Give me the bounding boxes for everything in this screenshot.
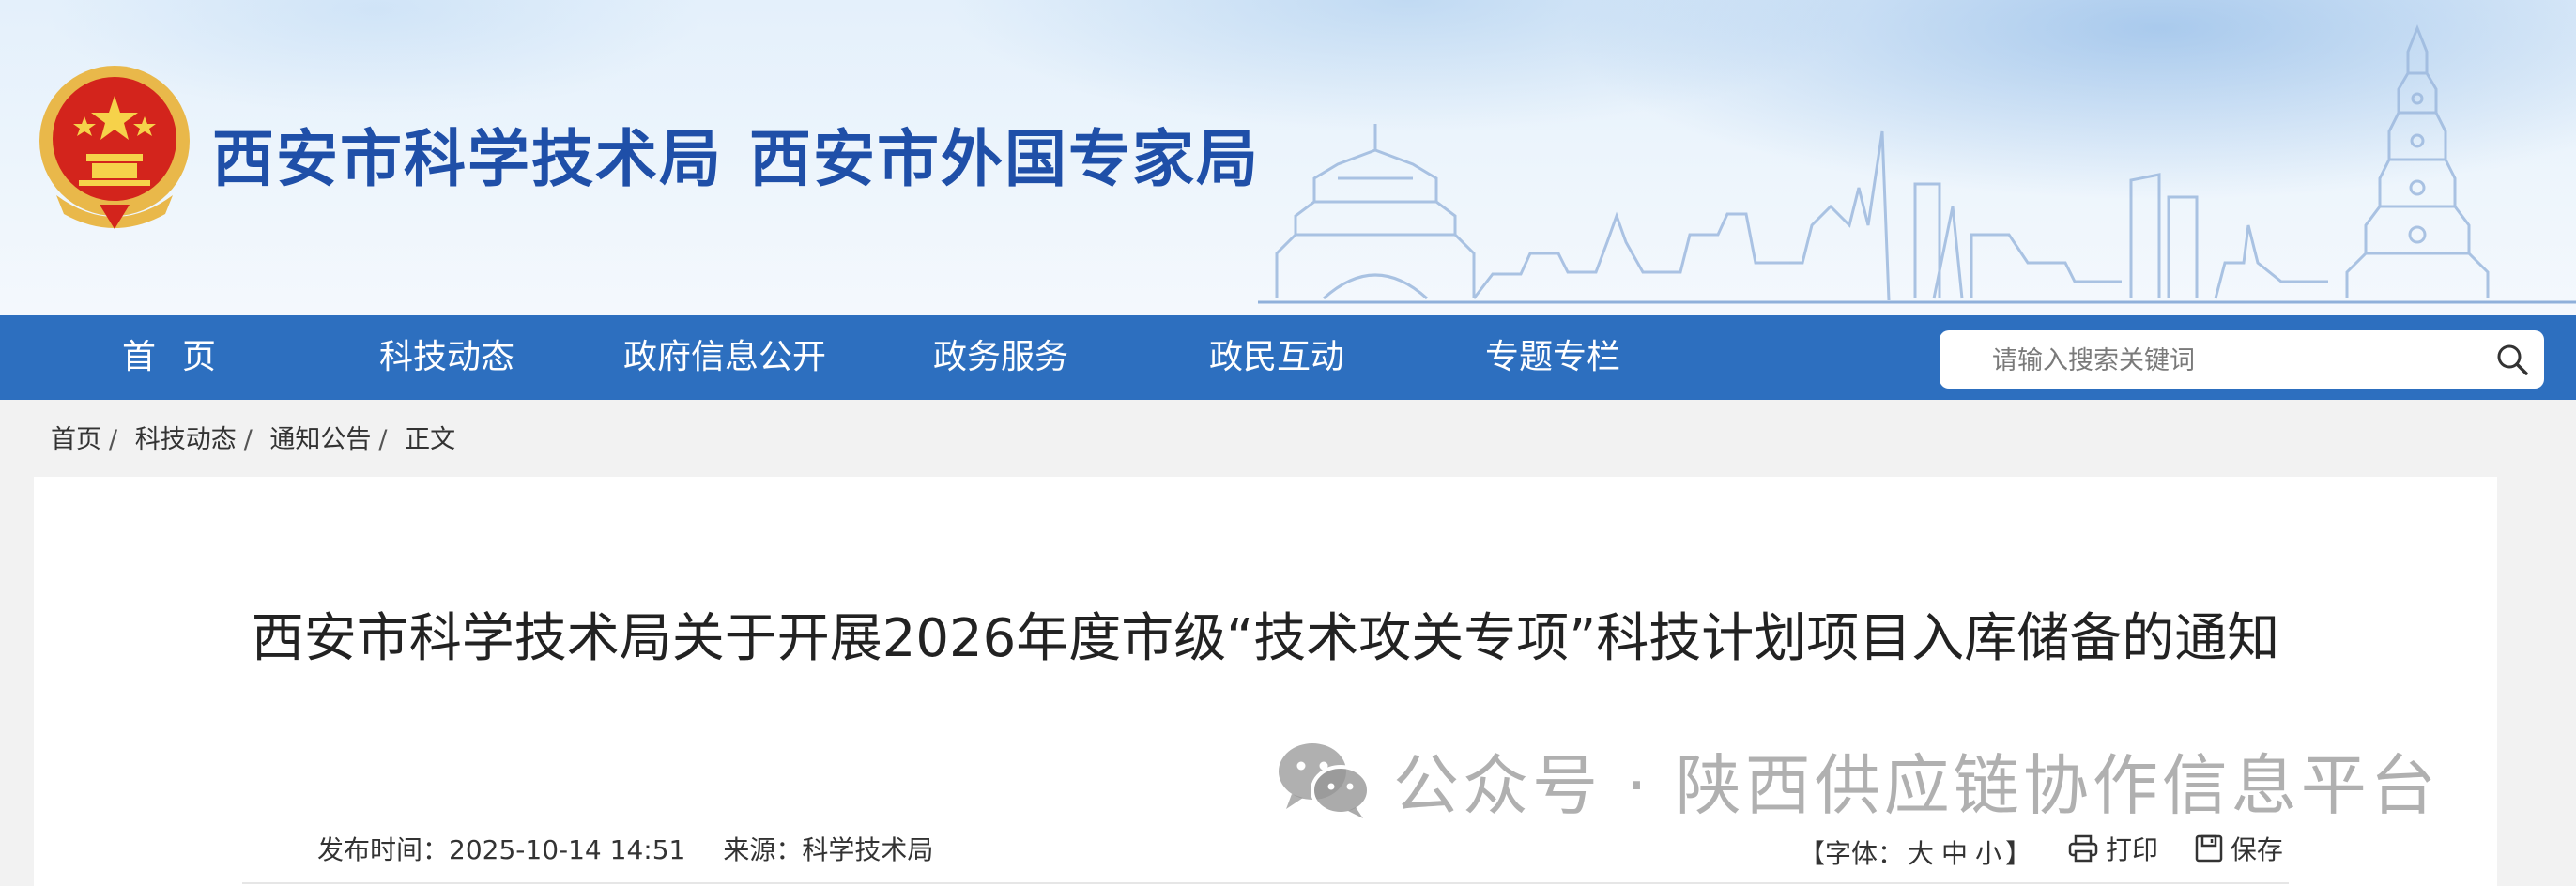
printer-icon	[2068, 834, 2098, 863]
org-title: 西安市科学技术局 西安市外国专家局	[212, 109, 1260, 199]
save-icon	[2195, 834, 2223, 863]
breadcrumb-current: 正文	[405, 425, 456, 454]
font-size-large[interactable]: 大	[1908, 838, 1934, 869]
print-button[interactable]: 打印	[2068, 830, 2158, 867]
print-label: 打印	[2105, 834, 2158, 865]
nav-item-home[interactable]: 首页	[122, 315, 242, 400]
breadcrumb-home[interactable]: 首页	[51, 425, 101, 454]
font-size-medium[interactable]: 中	[1941, 838, 1968, 869]
national-emblem-icon	[39, 66, 190, 229]
article-tools: 【字体：大中小】 打印 保存	[1799, 830, 2283, 871]
search-icon[interactable]	[2495, 343, 2529, 376]
article-meta: 发布时间：2025-10-14 14:51 来源：科学技术局	[317, 830, 933, 867]
breadcrumb: 首页 / 科技动态 / 通知公告 / 正文	[51, 419, 455, 455]
nav-item-tech-news[interactable]: 科技动态	[379, 315, 514, 400]
meta-divider	[242, 882, 2289, 884]
source-value: 科学技术局	[802, 834, 934, 865]
breadcrumb-separator: /	[243, 425, 253, 454]
publish-time: 2025-10-14 14:51	[449, 834, 686, 865]
nav-item-interaction[interactable]: 政民互动	[1209, 315, 1344, 400]
article-title: 西安市科学技术局关于开展2026年度市级“技术攻关专项”科技计划项目入库储备的通…	[251, 608, 2280, 669]
save-label: 保存	[2230, 834, 2283, 865]
nav-item-special-topics[interactable]: 专题专栏	[1485, 315, 1620, 400]
breadcrumb-separator: /	[109, 425, 118, 454]
nav-item-gov-info[interactable]: 政府信息公开	[623, 315, 826, 400]
font-size-small[interactable]: 小	[1975, 838, 2001, 869]
font-size-prefix: 【字体：	[1799, 838, 1905, 869]
source-label: 来源：	[723, 834, 803, 865]
publish-time-label: 发布时间：	[317, 834, 450, 865]
breadcrumb-notices[interactable]: 通知公告	[269, 425, 371, 454]
watermark-text: 公众号 · 陕西供应链协作信息平台	[1393, 746, 2440, 824]
site-banner: 西安市科学技术局 西安市外国专家局	[0, 0, 2576, 315]
breadcrumb-separator: /	[378, 425, 388, 454]
wechat-watermark: 公众号 · 陕西供应链协作信息平台	[1275, 738, 2440, 824]
search-input[interactable]	[1990, 330, 2482, 390]
org-name-foreign-experts-bureau: 西安市外国专家局	[749, 123, 1260, 195]
org-name-science-bureau: 西安市科学技术局	[212, 123, 723, 195]
wechat-icon	[1279, 743, 1371, 818]
search-box	[1940, 330, 2544, 390]
font-size-suffix: 】	[2005, 838, 2032, 869]
save-button[interactable]: 保存	[2195, 830, 2283, 867]
breadcrumb-tech-news[interactable]: 科技动态	[135, 425, 237, 454]
nav-item-gov-services[interactable]: 政务服务	[933, 315, 1068, 400]
